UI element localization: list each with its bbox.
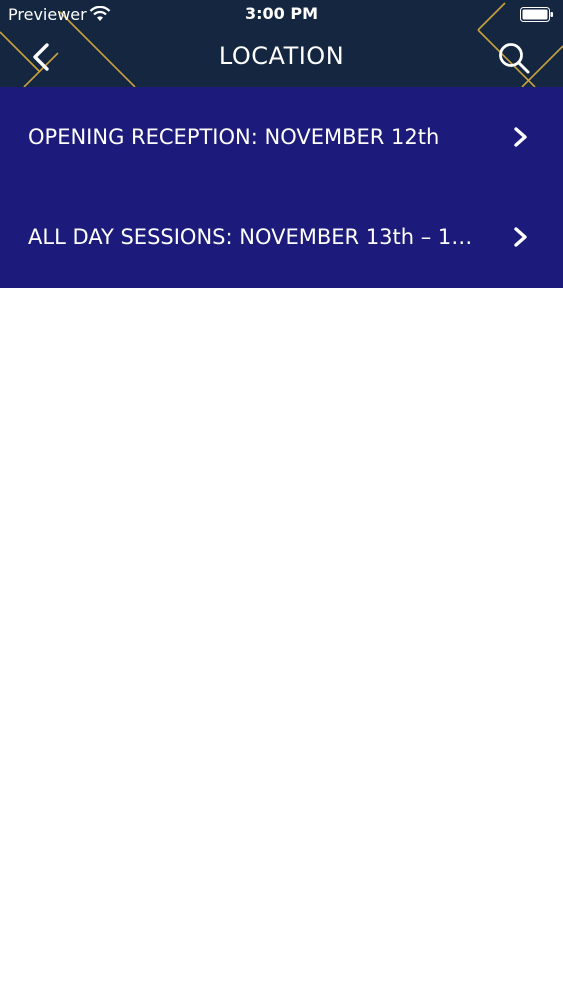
chevron-right-icon (514, 127, 527, 147)
status-bar: Previewer 3:00 PM (0, 0, 563, 28)
battery-icon (520, 7, 553, 22)
list-item-all-day-sessions[interactable]: ALL DAY SESSIONS: NOVEMBER 13th – 1… (0, 187, 563, 287)
list-item-label: ALL DAY SESSIONS: NOVEMBER 13th – 1… (28, 225, 473, 249)
location-list: OPENING RECEPTION: NOVEMBER 12th ALL DAY… (0, 87, 563, 288)
screen: Previewer 3:00 PM LOCATION OPENING RECEP… (0, 0, 563, 1000)
nav-header: Previewer 3:00 PM LOCATION (0, 0, 563, 87)
chevron-right-icon (514, 227, 527, 247)
list-item-opening-reception[interactable]: OPENING RECEPTION: NOVEMBER 12th (0, 87, 563, 187)
search-icon (499, 43, 530, 74)
page-title: LOCATION (218, 42, 345, 70)
status-time: 3:00 PM (244, 4, 318, 23)
search-button[interactable] (494, 38, 534, 78)
list-item-label: OPENING RECEPTION: NOVEMBER 12th (28, 125, 440, 149)
